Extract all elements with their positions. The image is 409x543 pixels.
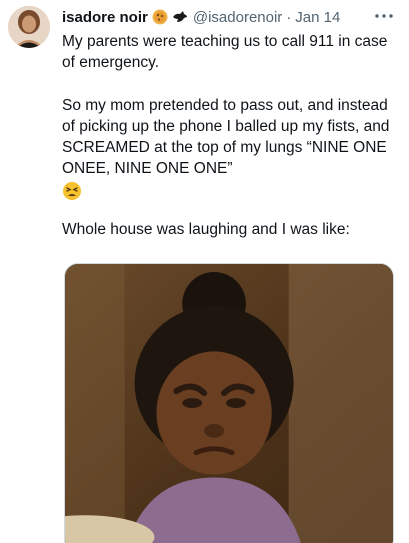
tweet-media-image[interactable] <box>64 263 394 543</box>
tweet-header: isadore noir @isadorenoir · Jan 14 <box>62 6 340 28</box>
photo-child-frowning <box>65 264 393 543</box>
avatar[interactable] <box>8 6 50 48</box>
tweet-text: My parents were teaching us to call 911 … <box>62 31 400 240</box>
tweet-paragraph-3: Whole house was laughing and I was like: <box>62 220 350 238</box>
tweet-paragraph-2: So my mom pretended to pass out, and ins… <box>62 96 390 178</box>
cookie-emoji-icon <box>152 9 168 25</box>
tweet-date[interactable]: Jan 14 <box>295 9 340 26</box>
bird-icon <box>171 9 189 25</box>
display-name[interactable]: isadore noir <box>62 9 148 26</box>
separator: · <box>286 8 292 26</box>
tired-face-emoji-icon <box>62 181 82 201</box>
handle[interactable]: @isadorenoir <box>193 9 282 26</box>
avatar-image <box>8 6 50 48</box>
tweet-paragraph-1: My parents were teaching us to call 911 … <box>62 33 388 72</box>
more-options-icon[interactable] <box>373 8 395 24</box>
